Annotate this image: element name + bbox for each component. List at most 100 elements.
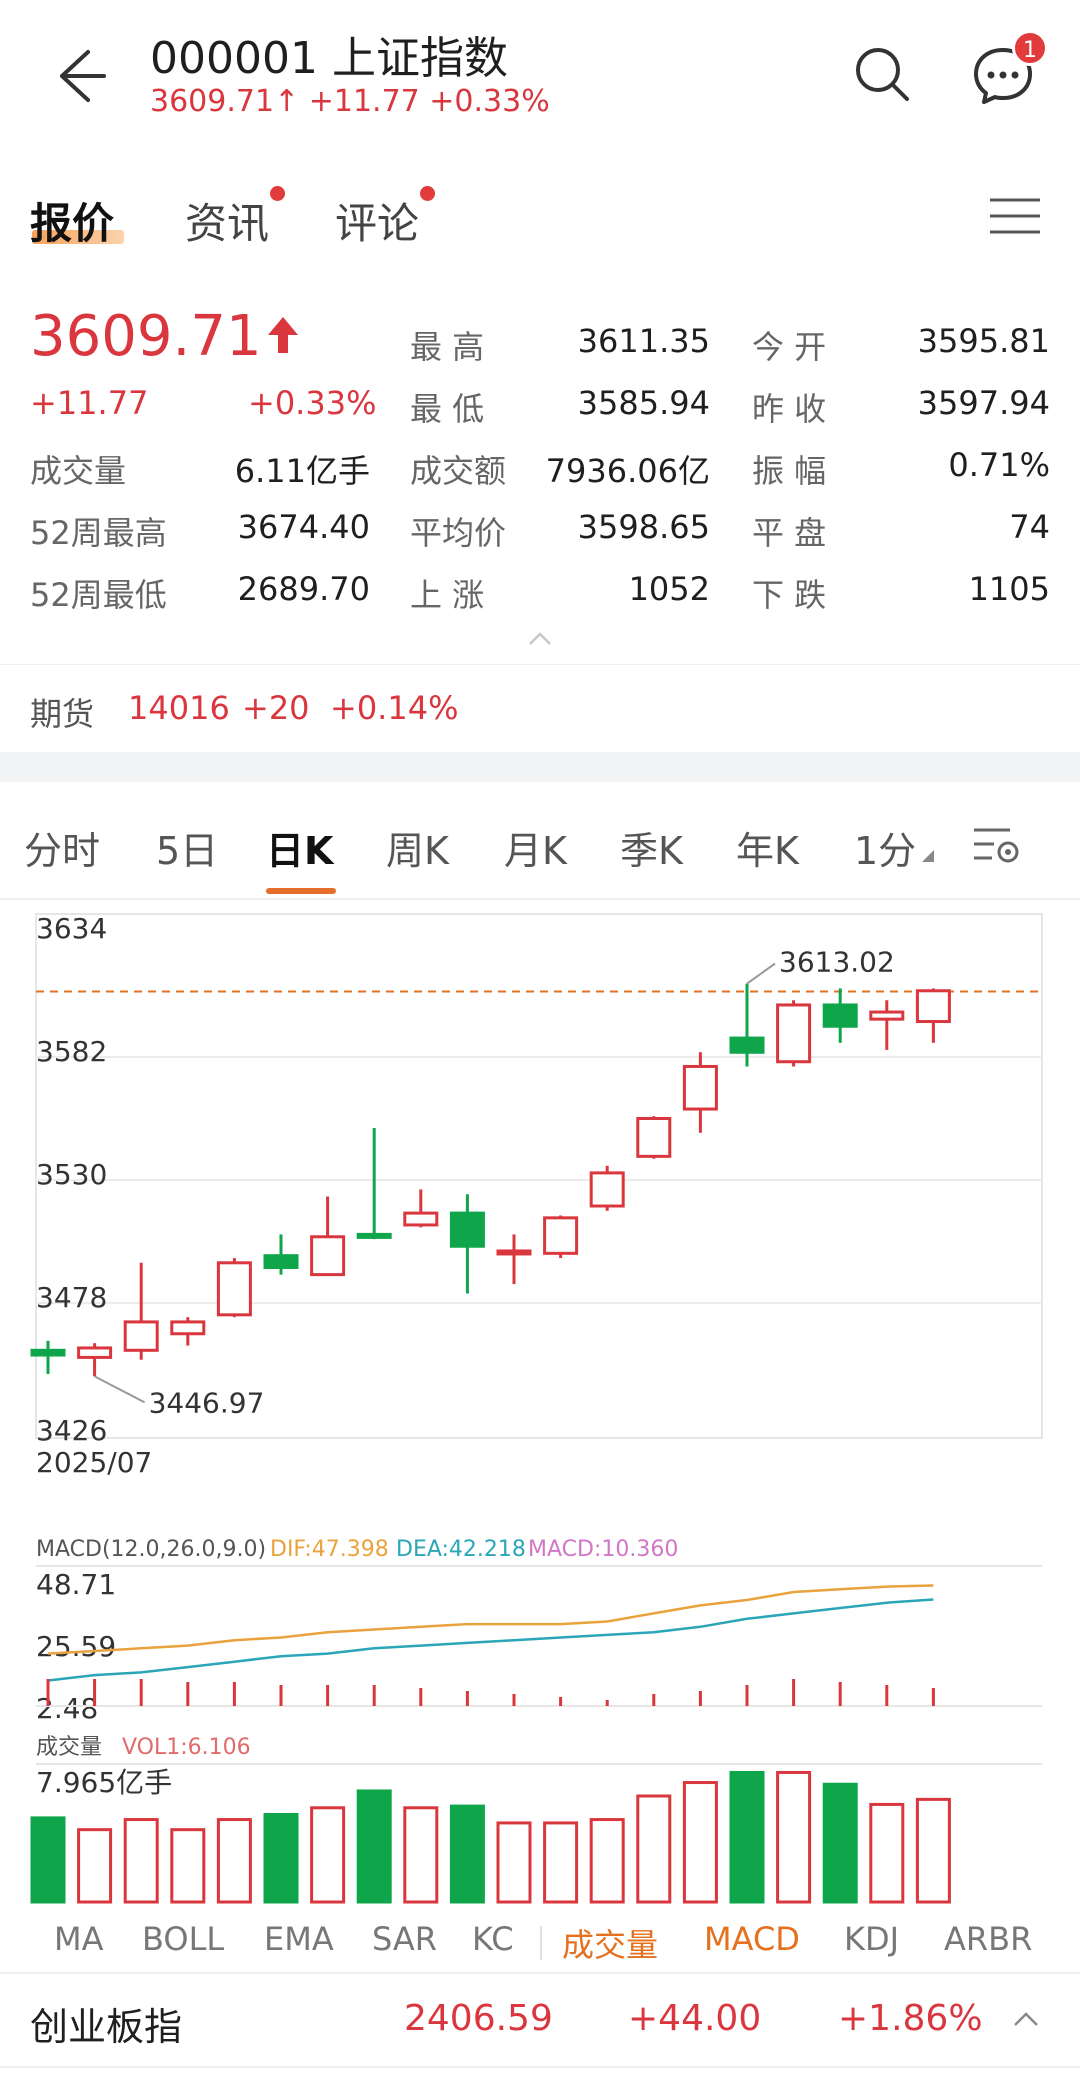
volume-bar [776, 1770, 812, 1904]
chevron-up-icon[interactable] [528, 632, 552, 646]
quote-label: 昨 收 [752, 390, 827, 428]
chart-tab-monthly-k[interactable]: 月K [504, 820, 567, 875]
chart-tab-quarterly-k[interactable]: 季K [620, 820, 683, 875]
candle-body [636, 1117, 672, 1158]
kline-y-tick: 3582 [36, 1035, 107, 1068]
stock-charts[interactable]: 3634 3582 3530 3478 3426 3613.02 3446.97 2025/… [0, 900, 1080, 1910]
volume-bar [869, 1802, 905, 1904]
candle-body [682, 1064, 718, 1111]
indicator-tab-ma[interactable]: MA [54, 1920, 104, 1958]
chart-tab-weekly-k[interactable]: 周K [386, 820, 449, 875]
quote-label: 最 高 [410, 328, 485, 366]
kline-y-tick: 3478 [36, 1281, 107, 1314]
candle-body [915, 989, 951, 1024]
volume-bar [822, 1782, 858, 1904]
kline-max-label: 3613.02 [779, 946, 895, 979]
volume-bar [729, 1770, 765, 1904]
quote-label: 振 幅 [752, 452, 827, 490]
indicator-tab-arbr[interactable]: ARBR [944, 1920, 1032, 1958]
back-arrow-icon[interactable] [48, 40, 108, 110]
current-price: 3609.71 [30, 304, 300, 369]
indicator-divider [540, 1926, 542, 1960]
indicator-tab-macd[interactable]: MACD [704, 1920, 800, 1958]
indicator-tab-volume[interactable]: 成交量 [562, 1920, 658, 1966]
candle-body [77, 1346, 113, 1359]
futures-pct: +0.14% [330, 689, 459, 727]
chart-tab-5day[interactable]: 5日 [156, 820, 218, 875]
header-bar: 000001 上证指数 3609.71↑ +11.77 +0.33% 1 [0, 0, 1080, 140]
current-price-value: 3609.71 [30, 304, 262, 369]
section-gap [0, 752, 1080, 782]
news-unread-dot [270, 186, 285, 201]
menu-icon[interactable] [990, 196, 1040, 236]
quote-value: 1105 [968, 570, 1050, 608]
candle-body [263, 1254, 299, 1270]
footer-index-change: +44.00 [628, 1998, 762, 2039]
max-label-leader [746, 962, 776, 985]
macd-dea-line [47, 1598, 934, 1682]
futures-change: +20 [242, 689, 310, 727]
tab-news[interactable]: 资讯 [185, 190, 269, 251]
top-tabs: 报价 资讯 评论 [0, 180, 1080, 260]
header-quote: 3609.71↑ +11.77 +0.33% [150, 84, 550, 119]
candle-body [449, 1211, 485, 1248]
chart-tab-intraday[interactable]: 分时 [24, 820, 100, 875]
price-change: +11.77 [30, 384, 149, 422]
quote-value: 74 [1009, 508, 1050, 546]
indicator-tabs: MA BOLL EMA SAR KC 成交量 MACD KDJ ARBR [0, 1912, 1080, 1972]
chart-tab-underline [266, 888, 336, 894]
footer-index-row[interactable]: 创业板指 2406.59 +44.00 +1.86% [0, 1976, 1080, 2062]
search-icon[interactable] [852, 44, 912, 104]
volume-bar [543, 1821, 579, 1904]
candle-body [216, 1261, 252, 1317]
quote-value: 3585.94 [577, 384, 710, 422]
kline-date-label: 2025/07 [36, 1446, 152, 1479]
candle-body [543, 1216, 579, 1255]
indicator-tab-kc[interactable]: KC [472, 1920, 514, 1958]
candle-body [776, 1003, 812, 1064]
indicator-tab-ema[interactable]: EMA [264, 1920, 334, 1958]
chart-settings-icon[interactable] [970, 822, 1022, 870]
chart-tab-1min-label: 1分 [854, 829, 917, 873]
indicator-tab-kdj[interactable]: KDJ [844, 1920, 899, 1958]
futures-row[interactable]: 期货 14016 +20 +0.14% [0, 664, 1080, 746]
quote-label: 成交量 [30, 452, 127, 490]
divider [0, 1972, 1080, 1974]
volume-max-label: 7.965亿手 [36, 1766, 172, 1799]
kline-y-tick: 3634 [36, 912, 107, 945]
indicator-tab-sar[interactable]: SAR [372, 1920, 437, 1958]
kline-min-label: 3446.97 [149, 1386, 265, 1419]
quote-value: 3674.40 [237, 508, 370, 546]
comments-unread-dot [420, 186, 435, 201]
volume-bar [449, 1804, 485, 1904]
tab-quote[interactable]: 报价 [30, 190, 114, 251]
quote-value: 3595.81 [917, 322, 1050, 360]
quote-label: 52周最高 [30, 514, 167, 552]
quote-label: 52周最低 [30, 576, 167, 614]
chart-tab-daily-k[interactable]: 日K [266, 820, 333, 875]
candle-body [589, 1171, 625, 1208]
candle-body [356, 1232, 392, 1239]
candle-body [310, 1235, 346, 1277]
footer-index-price: 2406.59 [404, 1998, 553, 2039]
macd-header: MACD(12.0,26.0,9.0) [36, 1537, 266, 1562]
candle-body [123, 1320, 159, 1352]
tab-comments[interactable]: 评论 [335, 190, 419, 251]
quote-label: 平 盘 [752, 514, 827, 552]
quote-label: 最 低 [410, 390, 485, 428]
chart-tab-yearly-k[interactable]: 年K [736, 820, 799, 875]
volume-chart: 成交量 VOL1:6.106 7.965亿手 [30, 1735, 1042, 1904]
quote-label: 下 跌 [752, 576, 827, 614]
indicator-tab-boll[interactable]: BOLL [142, 1920, 224, 1958]
chart-tab-1min[interactable]: 1分 [854, 820, 936, 875]
quote-value: 6.11亿手 [234, 452, 370, 490]
volume-bar [170, 1828, 206, 1904]
candle-body [30, 1348, 66, 1357]
futures-label: 期货 [30, 695, 95, 733]
macd-value-label: MACD:10.360 [528, 1537, 678, 1562]
kline-frame [35, 913, 1043, 1439]
chevron-up-icon[interactable] [1012, 2010, 1040, 2028]
macd-y-tick: 48.71 [36, 1568, 116, 1601]
candle-body [869, 1010, 905, 1021]
volume-bar [682, 1781, 718, 1904]
